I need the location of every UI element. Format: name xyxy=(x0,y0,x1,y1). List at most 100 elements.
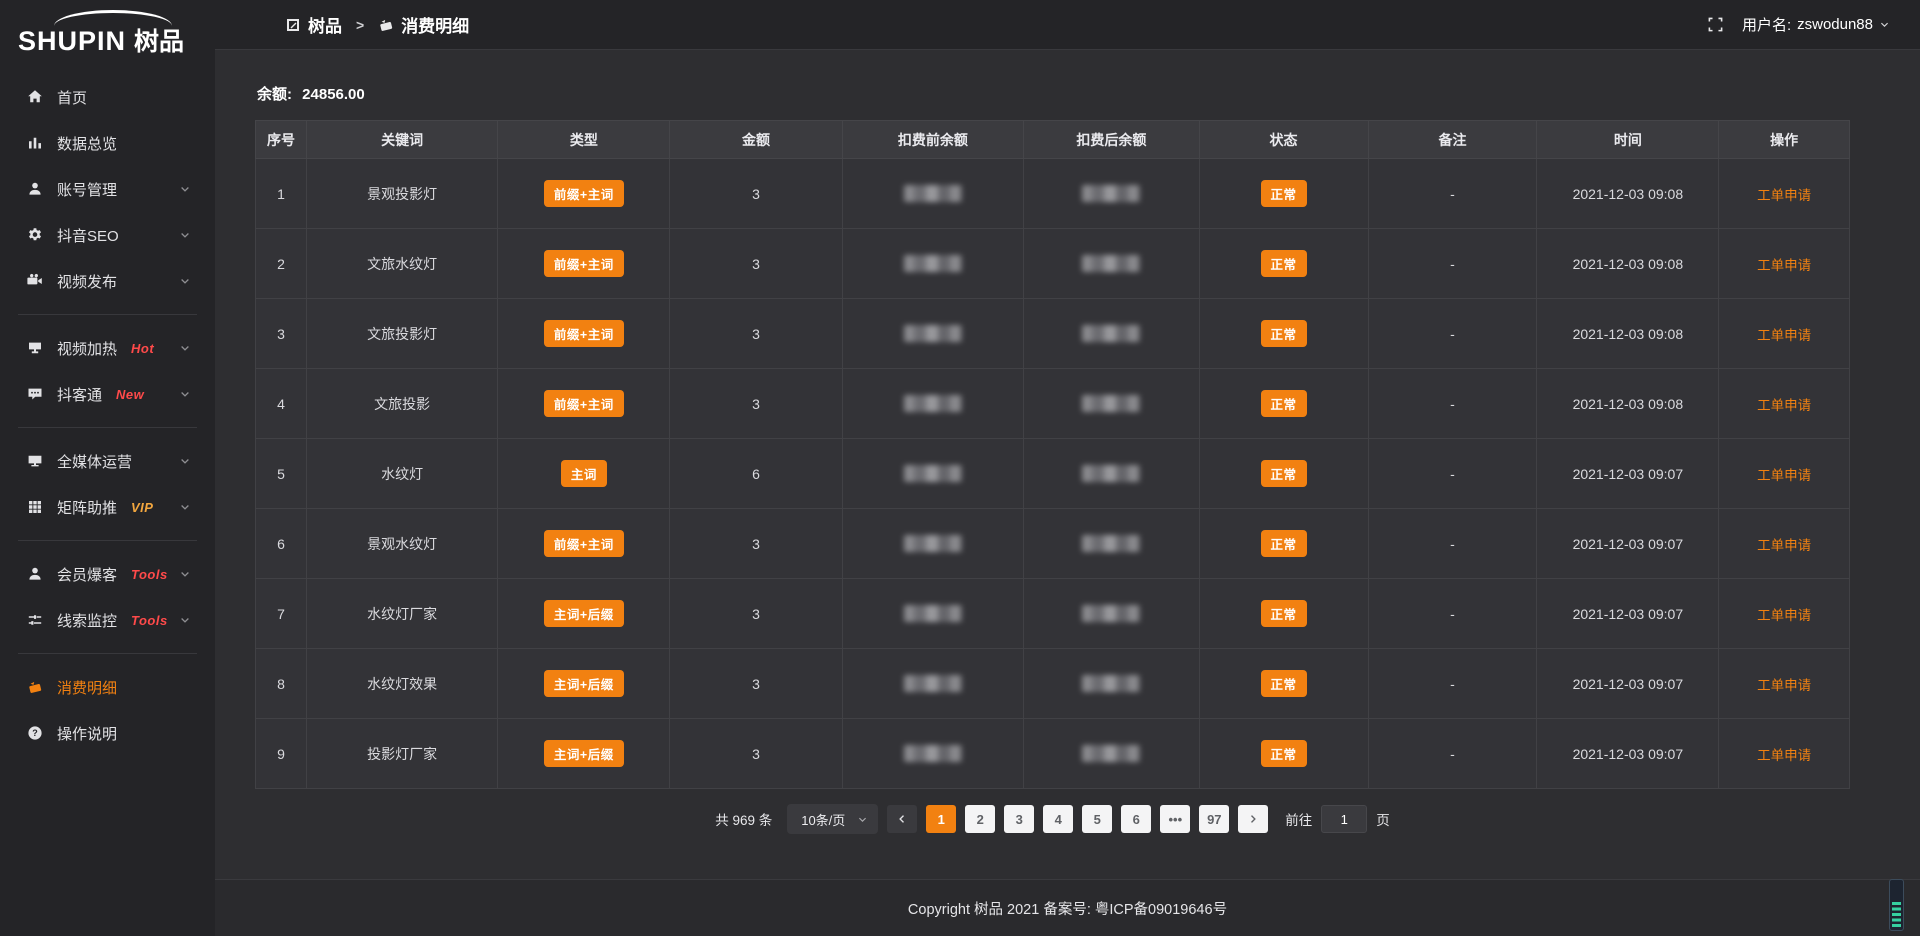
breadcrumb-item-home[interactable]: 树品 xyxy=(285,12,342,37)
page-button-3[interactable]: 3 xyxy=(1004,805,1034,833)
main-content: 余额: 24856.00 序号 关键词 类型 金额 扣费前余额 扣费后余额 状态… xyxy=(215,51,1920,834)
col-header-type: 类型 xyxy=(498,121,670,159)
cell-time: 2021-12-03 09:08 xyxy=(1537,299,1719,369)
page-button-5[interactable]: 5 xyxy=(1082,805,1112,833)
sidebar-item-doukezhong[interactable]: 抖客通 New xyxy=(0,371,215,417)
redacted-balance xyxy=(1082,675,1140,692)
work-order-link[interactable]: 工单申请 xyxy=(1757,538,1811,553)
cell-status: 正常 xyxy=(1199,439,1368,509)
copyright-text: Copyright 树品 2021 备案号: 粤ICP备09019646号 xyxy=(908,898,1227,919)
page-button-1[interactable]: 1 xyxy=(926,805,956,833)
sidebar-item-matrix-boost[interactable]: 矩阵助推 VIP xyxy=(0,484,215,530)
col-header-keyword: 关键词 xyxy=(307,121,498,159)
cell-action: 工单申请 xyxy=(1719,229,1850,299)
work-order-link[interactable]: 工单申请 xyxy=(1757,188,1811,203)
redacted-balance xyxy=(1082,535,1140,552)
work-order-link[interactable]: 工单申请 xyxy=(1757,678,1811,693)
sidebar-item-label: 抖音SEO xyxy=(57,225,119,246)
redacted-balance xyxy=(904,605,962,622)
page-size-select[interactable]: 10条/页 xyxy=(787,804,878,834)
cell-time: 2021-12-03 09:07 xyxy=(1537,579,1719,649)
cell-index: 5 xyxy=(256,439,307,509)
sidebar-item-label: 数据总览 xyxy=(57,133,117,154)
chevron-down-icon xyxy=(179,568,191,580)
work-order-link[interactable]: 工单申请 xyxy=(1757,328,1811,343)
cell-balance-after xyxy=(1024,159,1199,229)
chevron-down-icon xyxy=(179,183,191,195)
sidebar-item-lead-monitor[interactable]: 线索监控 Tools xyxy=(0,597,215,643)
sidebar-item-home[interactable]: 首页 xyxy=(0,74,215,120)
sidebar-item-label: 消费明细 xyxy=(57,677,117,698)
cell-time: 2021-12-03 09:07 xyxy=(1537,509,1719,579)
vip-tag: VIP xyxy=(131,500,153,515)
sliders-icon xyxy=(26,612,43,629)
cell-balance-after xyxy=(1024,439,1199,509)
work-order-link[interactable]: 工单申请 xyxy=(1757,468,1811,483)
footer: Copyright 树品 2021 备案号: 粤ICP备09019646号 xyxy=(215,879,1920,936)
username-value: zswodun88 xyxy=(1797,16,1873,33)
cell-amount: 3 xyxy=(670,369,842,439)
cell-status: 正常 xyxy=(1199,159,1368,229)
page-ellipsis-button[interactable]: ••• xyxy=(1160,805,1190,833)
sidebar-item-member-burst[interactable]: 会员爆客 Tools xyxy=(0,551,215,597)
cell-amount: 3 xyxy=(670,579,842,649)
cell-remark: - xyxy=(1368,649,1537,719)
work-order-link[interactable]: 工单申请 xyxy=(1757,748,1811,763)
user-icon xyxy=(26,181,43,198)
cell-time: 2021-12-03 09:07 xyxy=(1537,649,1719,719)
bar-chart-icon xyxy=(26,135,43,152)
redacted-balance xyxy=(1082,605,1140,622)
page-button-2[interactable]: 2 xyxy=(965,805,995,833)
user-dropdown[interactable]: 用户名: zswodun88 xyxy=(1742,14,1890,35)
brand-logo: SHUPIN 树品 xyxy=(0,0,215,60)
page-button-6[interactable]: 6 xyxy=(1121,805,1151,833)
cell-remark: - xyxy=(1368,159,1537,229)
sidebar-item-data-overview[interactable]: 数据总览 xyxy=(0,120,215,166)
chevron-down-icon xyxy=(179,275,191,287)
type-badge: 主词 xyxy=(561,460,607,487)
breadcrumb-item-current[interactable]: 消费明细 xyxy=(378,12,469,37)
sidebar-item-video-heat[interactable]: 视频加热 Hot xyxy=(0,325,215,371)
cell-remark: - xyxy=(1368,579,1537,649)
prev-page-button[interactable] xyxy=(887,805,917,833)
status-badge: 正常 xyxy=(1261,320,1307,347)
table-row: 5水纹灯主词6正常-2021-12-03 09:07工单申请 xyxy=(256,439,1850,509)
work-order-link[interactable]: 工单申请 xyxy=(1757,258,1811,273)
sidebar-item-consumption-detail[interactable]: 消费明细 xyxy=(0,664,215,710)
work-order-link[interactable]: 工单申请 xyxy=(1757,608,1811,623)
sidebar-item-video-publish[interactable]: 视频发布 xyxy=(0,258,215,304)
sidebar-item-instructions[interactable]: ? 操作说明 xyxy=(0,710,215,756)
goto-page: 前往 页 xyxy=(1285,805,1390,833)
sidebar-item-label: 矩阵助推 xyxy=(57,497,117,518)
cell-type: 主词+后缀 xyxy=(498,649,670,719)
cell-balance-before xyxy=(842,579,1024,649)
cell-index: 7 xyxy=(256,579,307,649)
breadcrumb-separator: > xyxy=(356,17,364,33)
type-badge: 主词+后缀 xyxy=(544,740,624,767)
cell-type: 主词+后缀 xyxy=(498,579,670,649)
cell-index: 9 xyxy=(256,719,307,789)
page-button-4[interactable]: 4 xyxy=(1043,805,1073,833)
sidebar-item-all-media[interactable]: 全媒体运营 xyxy=(0,438,215,484)
fullscreen-button[interactable] xyxy=(1707,16,1724,33)
tools-tag: Tools xyxy=(131,613,168,628)
status-badge: 正常 xyxy=(1261,250,1307,277)
redacted-balance xyxy=(1082,325,1140,342)
col-header-index: 序号 xyxy=(256,121,307,159)
next-page-button[interactable] xyxy=(1238,805,1268,833)
table-row: 4文旅投影前缀+主词3正常-2021-12-03 09:08工单申请 xyxy=(256,369,1850,439)
breadcrumb-label: 树品 xyxy=(308,12,342,37)
edit-square-icon xyxy=(285,17,301,33)
cell-balance-after xyxy=(1024,369,1199,439)
page-root: SHUPIN 树品 首页 数据总览 账号管理 抖音SEO xyxy=(0,0,1920,936)
sidebar-item-account-mgmt[interactable]: 账号管理 xyxy=(0,166,215,212)
sidebar-item-douyin-seo[interactable]: 抖音SEO xyxy=(0,212,215,258)
goto-page-input[interactable] xyxy=(1321,805,1367,833)
work-order-link[interactable]: 工单申请 xyxy=(1757,398,1811,413)
breadcrumb: 树品 > 消费明细 xyxy=(285,12,469,37)
chevron-right-icon xyxy=(1247,813,1259,825)
page-button-97[interactable]: 97 xyxy=(1199,805,1229,833)
scrollbar-widget[interactable] xyxy=(1889,879,1904,931)
type-badge: 前缀+主词 xyxy=(544,530,624,557)
cell-status: 正常 xyxy=(1199,579,1368,649)
